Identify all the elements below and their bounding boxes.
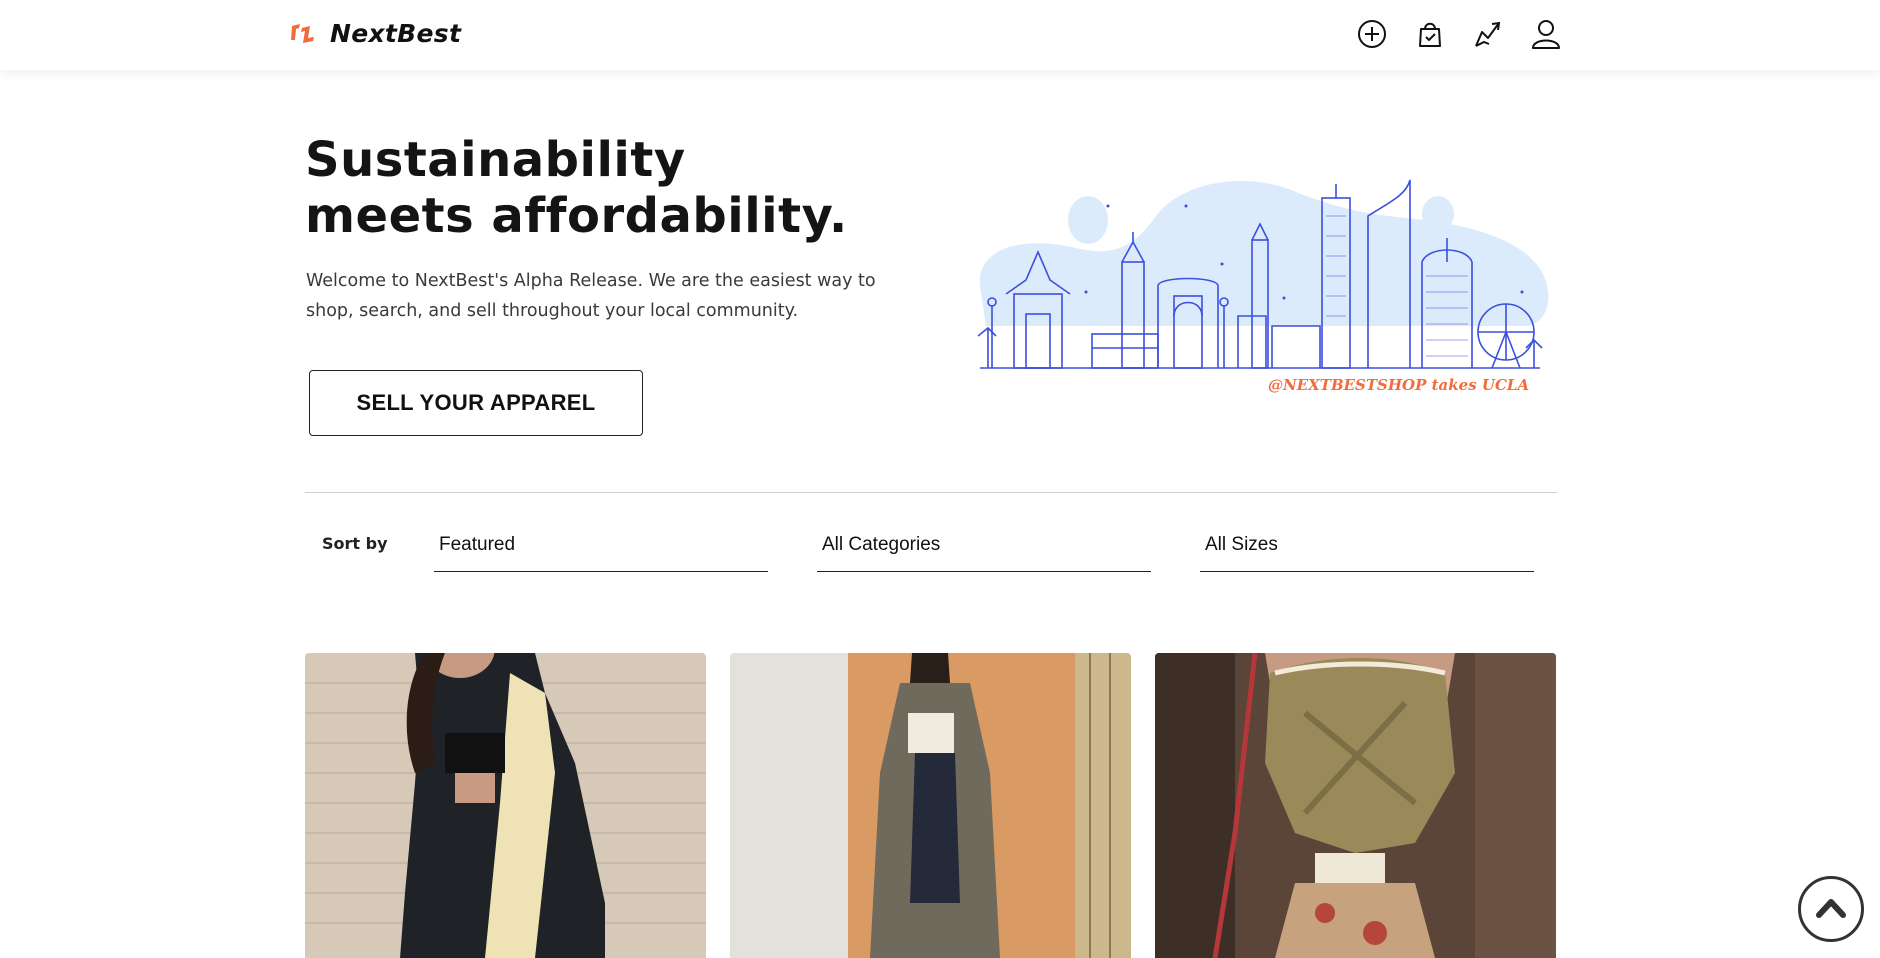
profile-button[interactable]: [1528, 16, 1564, 52]
add-listing-button[interactable]: [1354, 16, 1390, 52]
hero-title: Sustainability meets affordability.: [305, 132, 848, 244]
product-card[interactable]: [730, 653, 1131, 958]
brand-name: NextBest: [330, 18, 462, 48]
hero-title-line1: Sustainability: [305, 132, 686, 188]
product-image: [730, 653, 1131, 958]
sort-label: Sort by: [322, 534, 388, 553]
product-card[interactable]: [1155, 653, 1556, 958]
product-image: [1155, 653, 1556, 958]
top-navbar: NextBest: [0, 0, 1880, 70]
scroll-to-top-button[interactable]: [1798, 876, 1864, 942]
sort-select-value: Featured: [439, 534, 516, 555]
trending-button[interactable]: [1470, 16, 1506, 52]
category-select[interactable]: All Categories: [817, 528, 1151, 572]
shopping-bag-button[interactable]: [1412, 16, 1448, 52]
hero-subtitle: Welcome to NextBest's Alpha Release. We …: [306, 271, 876, 321]
section-divider: [305, 492, 1557, 493]
size-select[interactable]: All Sizes: [1200, 528, 1534, 572]
sell-apparel-button[interactable]: SELL YOUR APPAREL: [309, 370, 643, 436]
add-circle-icon: [1358, 20, 1386, 48]
product-image: [305, 653, 706, 958]
shopping-bag-icon: [1419, 22, 1441, 47]
hero-title-line2: meets affordability.: [305, 188, 848, 244]
sort-select[interactable]: Featured: [434, 528, 768, 572]
brand-home-link[interactable]: NextBest: [288, 18, 461, 48]
trending-icon: [1475, 21, 1501, 47]
chevron-up-circle-icon: [1816, 899, 1846, 918]
product-card[interactable]: [305, 653, 706, 958]
nextbest-logo-icon: [291, 24, 314, 43]
nav-icon-group: [1354, 16, 1564, 52]
category-select-value: All Categories: [822, 534, 941, 555]
size-select-value: All Sizes: [1205, 534, 1278, 555]
user-icon: [1532, 20, 1560, 49]
skyline-caption: @NEXTBESTSHOP takes UCLA: [1268, 376, 1530, 394]
